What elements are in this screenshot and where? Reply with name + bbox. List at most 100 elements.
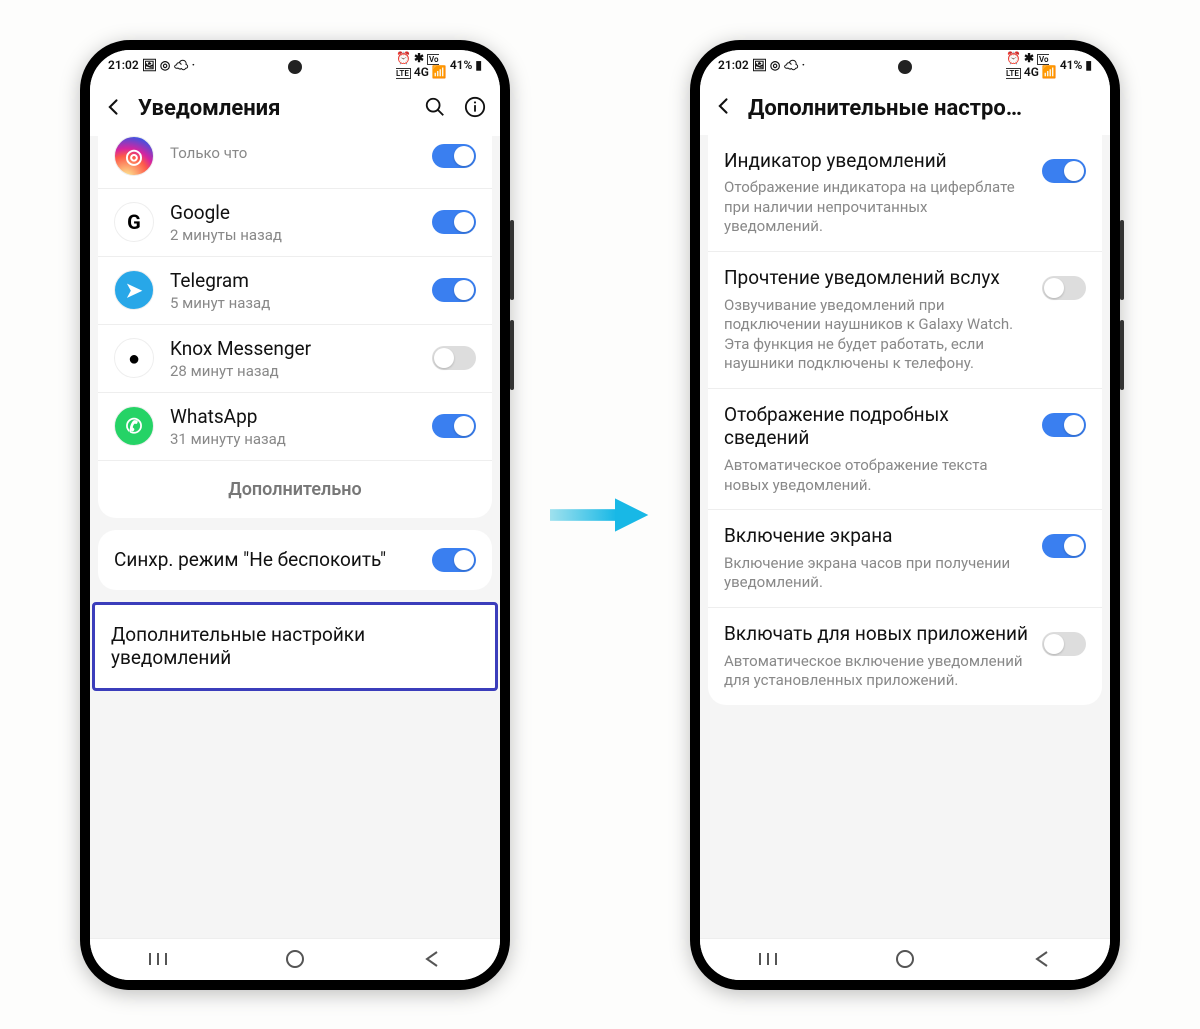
header: Уведомления [90,80,500,136]
sync-dnd-toggle[interactable] [432,548,476,572]
app-sub-label: 31 минуту назад [170,430,416,448]
app-text: Только что [170,150,416,162]
content-area: Индикатор уведомлений Отображение индикат… [700,135,1110,938]
advanced-desc-label: Автоматическое включение уведомлений для… [724,652,1028,691]
power-button [1120,320,1124,390]
screen-left: 21:02 🖼 ◎ ☁ · ⏰ ✱ VoLTE 4G 📶 41% ▮ Уведо… [90,50,500,980]
nav-bar [90,938,500,980]
advanced-desc-label: Озвучивание уведомлений при подключении … [724,296,1028,374]
flow-arrow [550,490,650,540]
status-icons-right: ⏰ ✱ VoLTE 4G 📶 [396,51,447,79]
page-title: Уведомления [138,96,410,121]
app-toggle[interactable] [432,144,476,168]
app-toggle[interactable] [432,210,476,234]
app-name-label: Telegram [170,269,416,292]
advanced-settings-card: Дополнительные настройки уведомлений [95,605,495,689]
status-icons-right: ⏰ ✱ VoLTE 4G 📶 [1006,51,1057,79]
status-battery: 41% [1060,58,1083,72]
screen-right: 21:02 🖼 ◎ ☁ · ⏰ ✱ VoLTE 4G 📶 41% ▮ Допол… [700,50,1110,980]
header: Дополнительные настро… [700,80,1110,135]
app-text: WhatsApp 31 минуту назад [170,405,416,448]
google-icon: G [114,202,154,242]
advanced-desc-label: Автоматическое отображение текста новых … [724,456,1028,495]
status-time: 21:02 [108,58,139,72]
nav-back[interactable] [1030,947,1054,971]
back-button[interactable] [104,97,124,121]
nav-recent[interactable] [146,947,170,971]
content-area: ◎ Только что G Google 2 минуты назад ➤ Telegra… [90,136,500,938]
tg-icon: ➤ [114,270,154,310]
status-bar: 21:02 🖼 ◎ ☁ · ⏰ ✱ VoLTE 4G 📶 41% ▮ [90,50,500,80]
volume-button [510,220,514,300]
wa-icon: ✆ [114,406,154,446]
battery-icon: ▮ [475,58,482,72]
app-name-label: WhatsApp [170,405,416,428]
app-name-label: Google [170,201,416,224]
power-button [510,320,514,390]
advanced-row-2[interactable]: Отображение подробных сведений Автоматиче… [708,388,1102,510]
advanced-title-label: Отображение подробных сведений [724,403,1028,451]
search-icon[interactable] [424,96,446,122]
nav-back[interactable] [420,947,444,971]
app-toggle[interactable] [432,414,476,438]
advanced-title-label: Включать для новых приложений [724,622,1028,646]
advanced-toggle[interactable] [1042,413,1086,437]
advanced-toggle[interactable] [1042,632,1086,656]
advanced-row-3[interactable]: Включение экрана Включение экрана часов п… [708,509,1102,607]
app-row-knox[interactable]: ● Knox Messenger 28 минут назад [98,324,492,392]
more-button[interactable]: Дополнительно [98,460,492,518]
ig-icon: ◎ [114,136,154,176]
advanced-desc-label: Отображение индикатора на циферблате при… [724,178,1028,237]
info-icon[interactable] [464,96,486,122]
app-row-ig[interactable]: ◎ Только что [98,136,492,188]
sync-dnd-row[interactable]: Синхр. режим "Не беспокоить" [98,530,492,590]
advanced-title-label: Включение экрана [724,524,1028,548]
status-icons-left: 🖼 ◎ ☁ · [142,58,195,72]
advanced-title-label: Прочтение уведомлений вслух [724,266,1028,290]
advanced-toggle[interactable] [1042,534,1086,558]
status-battery: 41% [450,58,473,72]
advanced-title-label: Индикатор уведомлений [724,149,1028,173]
app-name-label: Knox Messenger [170,337,416,360]
phone-right: 21:02 🖼 ◎ ☁ · ⏰ ✱ VoLTE 4G 📶 41% ▮ Допол… [690,40,1120,990]
nav-home[interactable] [283,947,307,971]
advanced-desc-label: Включение экрана часов при получении уве… [724,554,1028,593]
advanced-settings-label: Дополнительные настройки уведомлений [111,623,479,671]
advanced-row-1[interactable]: Прочтение уведомлений вслух Озвучивание у… [708,251,1102,388]
knox-icon: ● [114,338,154,378]
app-sub-label: 2 минуты назад [170,226,416,244]
app-toggle[interactable] [432,278,476,302]
sync-dnd-label: Синхр. режим "Не беспокоить" [114,548,418,572]
battery-icon: ▮ [1085,58,1092,72]
app-text: Telegram 5 минут назад [170,269,416,312]
advanced-toggle[interactable] [1042,276,1086,300]
status-bar: 21:02 🖼 ◎ ☁ · ⏰ ✱ VoLTE 4G 📶 41% ▮ [700,50,1110,80]
app-list-card: ◎ Только что G Google 2 минуты назад ➤ Telegra… [98,136,492,518]
status-time: 21:02 [718,58,749,72]
app-sub-label: 28 минут назад [170,362,416,380]
advanced-text: Отображение подробных сведений Автоматиче… [724,403,1028,496]
advanced-row-0[interactable]: Индикатор уведомлений Отображение индикат… [708,135,1102,251]
advanced-text: Прочтение уведомлений вслух Озвучивание у… [724,266,1028,374]
app-text: Google 2 минуты назад [170,201,416,244]
advanced-toggle[interactable] [1042,159,1086,183]
phone-left: 21:02 🖼 ◎ ☁ · ⏰ ✱ VoLTE 4G 📶 41% ▮ Уведо… [80,40,510,990]
app-row-google[interactable]: G Google 2 минуты назад [98,188,492,256]
volume-button [1120,220,1124,300]
nav-recent[interactable] [756,947,780,971]
nav-home[interactable] [893,947,917,971]
advanced-text: Включение экрана Включение экрана часов п… [724,524,1028,593]
advanced-row-4[interactable]: Включать для новых приложений Автоматичес… [708,607,1102,705]
nav-bar [700,938,1110,980]
status-icons-left: 🖼 ◎ ☁ · [752,58,805,72]
app-row-tg[interactable]: ➤ Telegram 5 минут назад [98,256,492,324]
advanced-settings-row[interactable]: Дополнительные настройки уведомлений [95,605,495,689]
app-row-wa[interactable]: ✆ WhatsApp 31 минуту назад [98,392,492,460]
app-text: Knox Messenger 28 минут назад [170,337,416,380]
app-sub-label: 5 минут назад [170,294,416,312]
advanced-list-card: Индикатор уведомлений Отображение индикат… [708,135,1102,705]
back-button[interactable] [714,96,734,120]
app-toggle[interactable] [432,346,476,370]
advanced-text: Включать для новых приложений Автоматичес… [724,622,1028,691]
app-sub-label: Только что [170,144,416,162]
